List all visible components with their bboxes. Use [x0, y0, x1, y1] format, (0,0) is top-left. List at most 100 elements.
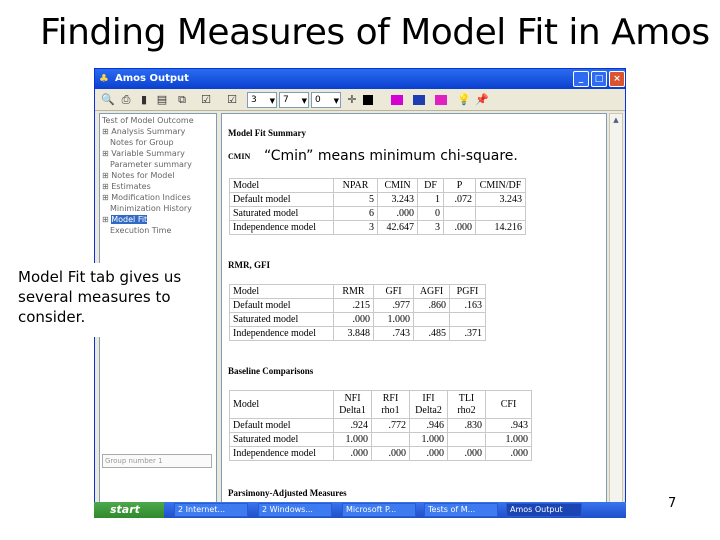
table-row: Saturated model .000 1.000	[229, 312, 486, 327]
table-header-row: Model NFI Delta1 RFI rho1 IFI Delta2 TLI…	[229, 390, 532, 419]
table-cell: Independence model	[229, 220, 334, 235]
table-cell: 0	[417, 206, 444, 221]
book-icon[interactable]: ▮	[137, 93, 151, 107]
tree-item[interactable]: ⊞ Estimates	[102, 182, 151, 191]
column-header: IFI Delta2	[409, 390, 448, 419]
taskbar-item[interactable]: Microsoft P...	[342, 503, 416, 517]
window-title: Amos Output	[115, 73, 189, 84]
baseline-table: Model NFI Delta1 RFI rho1 IFI Delta2 TLI…	[229, 390, 532, 461]
table-cell	[413, 312, 450, 327]
column-header: GFI	[373, 284, 414, 299]
table-header-row: Model RMR GFI AGFI PGFI	[229, 284, 486, 299]
print-preview-icon[interactable]: 🔍	[101, 93, 115, 107]
tree-item[interactable]: ⊞ Modification Indices	[102, 193, 191, 202]
parsimony-heading: Parsimony-Adjusted Measures	[228, 488, 347, 498]
copy-icon[interactable]: ⧉	[175, 93, 189, 107]
model-fit-summary-heading: Model Fit Summary	[228, 128, 306, 138]
checkbox-icon[interactable]: ☑	[225, 93, 239, 107]
table-row: Independence model .000 .000 .000 .000 .…	[229, 446, 532, 461]
scroll-up-icon[interactable]: ▲	[610, 114, 622, 126]
table-black-icon[interactable]	[363, 95, 373, 105]
clipboard-icon[interactable]: ☑	[199, 93, 213, 107]
pin-icon[interactable]: 📌	[475, 93, 489, 107]
column-header: RFI rho1	[371, 390, 410, 419]
table-cell: .485	[413, 326, 450, 341]
close-button[interactable]: ×	[609, 71, 625, 87]
vertical-scrollbar[interactable]: ▲ ▼	[609, 113, 623, 513]
table-cell: .743	[373, 326, 414, 341]
table-cell: 1.000	[333, 432, 372, 447]
blue-color-icon[interactable]	[413, 95, 425, 105]
table-cell: .946	[409, 418, 448, 433]
table-cell: Independence model	[229, 446, 334, 461]
open-folder-icon[interactable]: ▤	[155, 93, 169, 107]
amos-app-icon: ♣	[99, 72, 109, 85]
table-cell: .924	[333, 418, 372, 433]
column-header: AGFI	[413, 284, 450, 299]
tree-item[interactable]: ⊞ Variable Summary	[102, 149, 185, 158]
crosshair-icon[interactable]: ✛	[345, 93, 359, 107]
minimize-button[interactable]: _	[573, 71, 589, 87]
tree-item[interactable]: ⊞ Notes for Model	[102, 171, 174, 180]
taskbar-item[interactable]: 2 Windows...	[258, 503, 332, 517]
table-row: Saturated model 6 .000 0	[229, 206, 526, 221]
column-header: Model	[229, 390, 334, 419]
lightbulb-icon[interactable]: 💡	[457, 93, 471, 107]
table-cell	[447, 432, 486, 447]
toolbar: 🔍 ⎙ ▮ ▤ ⧉ ☑ ☑ 3 ▼ 7 ▼ 0 ▼ ✛ 💡 📌	[95, 89, 625, 111]
column-header: RMR	[333, 284, 374, 299]
tree-item[interactable]: Notes for Group	[110, 138, 174, 147]
table-cell: .000	[377, 206, 418, 221]
table-cell: 3.848	[333, 326, 374, 341]
table-header-row: Model NPAR CMIN DF P CMIN/DF	[229, 178, 526, 193]
group-number-box[interactable]: Group number 1	[102, 454, 212, 468]
decimals-select[interactable]: 3 ▼	[247, 92, 277, 108]
magenta-color-icon[interactable]	[391, 95, 403, 105]
column-header: CMIN/DF	[475, 178, 526, 193]
tree-item[interactable]: ⊞ Analysis Summary	[102, 127, 185, 136]
pink-color-icon[interactable]	[435, 95, 447, 105]
tree-item-model-fit[interactable]: ⊞ Model Fit	[102, 215, 148, 224]
table-row: Default model .924 .772 .946 .830 .943	[229, 418, 532, 433]
tree-item[interactable]: Parameter summary	[110, 160, 192, 169]
table-cell: 1.000	[485, 432, 532, 447]
table-cell	[371, 432, 410, 447]
output-content: Model Fit Summary CMIN Model NPAR CMIN D…	[221, 113, 607, 513]
column-header: DF	[417, 178, 444, 193]
column-header: P	[443, 178, 476, 193]
table-cell: Saturated model	[229, 206, 334, 221]
taskbar-item[interactable]: 2 Internet...	[174, 503, 248, 517]
table-cell: 1.000	[373, 312, 414, 327]
taskbar: start 2 Internet... 2 Windows... Microso…	[94, 502, 626, 518]
cmin-table: Model NPAR CMIN DF P CMIN/DF Default mod…	[229, 178, 526, 235]
column-width-select[interactable]: 7 ▼	[279, 92, 309, 108]
table-cell: 3	[333, 220, 378, 235]
print-icon[interactable]: ⎙	[119, 93, 133, 107]
table-cell	[475, 206, 526, 221]
tree-item[interactable]: Minimization History	[110, 204, 192, 213]
table-cell	[443, 206, 476, 221]
table-cell: 3.243	[475, 192, 526, 207]
rmr-gfi-heading: RMR, GFI	[228, 260, 270, 270]
start-button[interactable]: start	[94, 502, 164, 518]
page-number: 7	[668, 496, 677, 511]
cmin-callout: “Cmin” means minimum chi-square.	[264, 145, 550, 167]
maximize-button[interactable]: □	[591, 71, 607, 87]
rmr-table: Model RMR GFI AGFI PGFI Default model .2…	[229, 284, 486, 341]
table-cell: .772	[371, 418, 410, 433]
table-cell: 1.000	[409, 432, 448, 447]
chevron-down-icon: ▼	[301, 97, 307, 105]
table-cell: .163	[449, 298, 486, 313]
column-header: CFI	[485, 390, 532, 419]
table-cell: .072	[443, 192, 476, 207]
table-width-select[interactable]: 0 ▼	[311, 92, 341, 108]
column-header: NPAR	[333, 178, 378, 193]
taskbar-item-active[interactable]: Amos Output	[506, 503, 582, 517]
tree-item[interactable]: Execution Time	[110, 226, 171, 235]
taskbar-item[interactable]: Tests of M...	[424, 503, 498, 517]
table-cell: .000	[333, 446, 372, 461]
window-titlebar[interactable]: ♣ Amos Output _ □ ×	[95, 69, 625, 89]
table-cell: Default model	[229, 192, 334, 207]
tree-item[interactable]: Test of Model Outcome	[102, 116, 194, 125]
table-cell: 3.243	[377, 192, 418, 207]
